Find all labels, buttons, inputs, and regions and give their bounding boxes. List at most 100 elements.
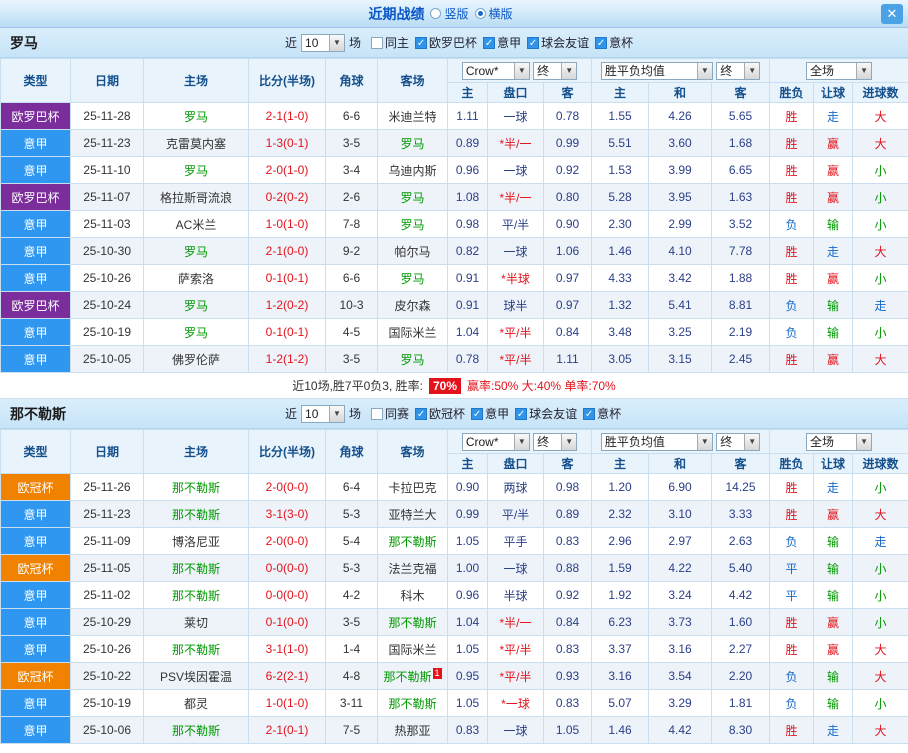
chevron-down-icon: ▼ — [856, 62, 872, 79]
europe-final-select[interactable]: 终 ▼ — [716, 61, 761, 80]
col-header-eu-home: 主 — [591, 82, 650, 103]
home-team-cell: 罗马 — [143, 156, 249, 184]
scope-select[interactable]: 全场 ▼ — [806, 432, 873, 451]
filter-checkbox-意甲[interactable]: ✓ 意甲 — [471, 405, 509, 422]
checkbox-checked-icon: ✓ — [415, 407, 428, 420]
date-cell: 25-10-26 — [70, 264, 144, 292]
away-team-cell: 那不勒斯 1 — [377, 662, 448, 690]
col-header-eu-home: 主 — [591, 453, 650, 474]
recent-results-window: 近期战绩 竖版 横版 ✕ 罗马 近 10 ▼ 场 同主 ✓ 欧罗巴杯 ✓ 意甲 … — [0, 0, 908, 744]
odds-company-select[interactable]: Crow* ▼ — [461, 432, 530, 451]
eu-draw-cell: 3.29 — [648, 689, 713, 717]
away-team-cell: 法兰克福 — [377, 554, 448, 582]
odds-home-cell: 0.90 — [447, 473, 488, 501]
league-cell: 意甲 — [0, 527, 71, 555]
eu-away-cell: 2.19 — [711, 318, 771, 346]
result-cell: 胜 — [769, 237, 815, 265]
filter-label: 球会友谊 — [541, 36, 590, 50]
odds-final-select[interactable]: 终 ▼ — [533, 432, 578, 451]
radio-vertical-layout[interactable]: 竖版 — [430, 5, 469, 22]
date-cell: 25-10-19 — [70, 318, 144, 346]
odds-away-cell: 1.11 — [542, 345, 593, 373]
eu-home-cell: 3.48 — [591, 318, 650, 346]
col-header-eu-draw: 和 — [648, 82, 713, 103]
chevron-down-icon: ▼ — [561, 62, 577, 79]
away-team-cell: 那不勒斯 — [377, 608, 448, 636]
odds-away-cell: 0.84 — [542, 318, 593, 346]
match-count-select[interactable]: 10 ▼ — [301, 33, 346, 52]
results-table: 类型 日期 主场 比分(半场) 角球 客场 Crow* ▼ 终 ▼ 胜平负均值 ▼ 终… — [0, 429, 908, 744]
col-header-date: 日期 — [70, 429, 144, 474]
score-cell: 2-1(0-1) — [248, 716, 326, 744]
result-cell: 胜 — [769, 635, 815, 663]
col-header-goals: 进球数 — [852, 82, 908, 103]
home-team-cell: 萨索洛 — [143, 264, 249, 292]
handicap-cell: *平/半 — [487, 662, 544, 690]
score-cell: 0-2(0-2) — [248, 183, 326, 211]
filter-checkbox-同主[interactable]: 同主 — [371, 34, 409, 51]
chevron-down-icon: ▼ — [744, 62, 760, 79]
odds-final-select[interactable]: 终 ▼ — [533, 61, 578, 80]
handicap-result-cell: 输 — [813, 554, 854, 582]
europe-odds-group-header: 胜平负均值 ▼ 终 ▼ — [591, 429, 771, 454]
checkbox-checked-icon: ✓ — [415, 36, 428, 49]
corner-cell: 4-5 — [325, 318, 378, 346]
date-cell: 25-10-19 — [70, 689, 144, 717]
league-cell: 意甲 — [0, 318, 71, 346]
europe-avg-select[interactable]: 胜平负均值 ▼ — [600, 432, 713, 451]
score-cell: 1-0(1-0) — [248, 689, 326, 717]
corner-cell: 5-3 — [325, 554, 378, 582]
col-header-eu-away: 客 — [711, 453, 771, 474]
score-cell: 1-0(1-0) — [248, 210, 326, 238]
handicap-result-cell: 输 — [813, 689, 854, 717]
away-team-cell: 国际米兰 — [377, 635, 448, 663]
filter-checkbox-意甲[interactable]: ✓ 意甲 — [483, 34, 521, 51]
col-header-goals: 进球数 — [852, 453, 908, 474]
eu-home-cell: 4.33 — [591, 264, 650, 292]
date-cell: 25-10-24 — [70, 291, 144, 319]
goals-result-cell: 小 — [852, 183, 908, 211]
filter-checkbox-同赛[interactable]: 同赛 — [371, 405, 409, 422]
league-cell: 意甲 — [0, 345, 71, 373]
filter-checkbox-意杯[interactable]: ✓ 意杯 — [583, 405, 621, 422]
filter-checkbox-欧罗巴杯[interactable]: ✓ 欧罗巴杯 — [415, 34, 477, 51]
filter-checkbox-意杯[interactable]: ✓ 意杯 — [595, 34, 633, 51]
corner-cell: 5-4 — [325, 527, 378, 555]
scope-select[interactable]: 全场 ▼ — [806, 61, 873, 80]
filter-checkbox-球会友谊[interactable]: ✓ 球会友谊 — [527, 34, 589, 51]
col-header-date: 日期 — [70, 58, 144, 103]
col-header-away: 客场 — [377, 58, 448, 103]
table-row: 意甲 25-10-26 萨索洛 0-1(0-1) 6-6 罗马 0.91 *半球… — [0, 264, 908, 292]
eu-away-cell: 1.81 — [711, 689, 771, 717]
europe-avg-select[interactable]: 胜平负均值 ▼ — [600, 61, 713, 80]
date-cell: 25-11-23 — [70, 129, 144, 157]
eu-draw-cell: 3.42 — [648, 264, 713, 292]
score-cell: 1-3(0-1) — [248, 129, 326, 157]
radio-horizontal-layout[interactable]: 横版 — [474, 5, 513, 22]
col-header-handicap-result: 让球 — [813, 453, 854, 474]
odds-away-cell: 1.06 — [542, 237, 593, 265]
odds-home-cell: 0.82 — [447, 237, 488, 265]
score-cell: 0-1(0-1) — [248, 264, 326, 292]
eu-home-cell: 5.28 — [591, 183, 650, 211]
odds-away-cell: 0.89 — [542, 500, 593, 528]
league-cell: 意甲 — [0, 264, 71, 292]
eu-draw-cell: 3.25 — [648, 318, 713, 346]
filter-checkbox-欧冠杯[interactable]: ✓ 欧冠杯 — [415, 405, 465, 422]
match-count-select[interactable]: 10 ▼ — [301, 404, 346, 423]
table-row: 意甲 25-10-06 那不勒斯 2-1(0-1) 7-5 热那亚 0.83 一… — [0, 716, 908, 744]
table-row: 欧冠杯 25-11-26 那不勒斯 2-0(0-0) 6-4 卡拉巴克 0.90… — [0, 473, 908, 501]
checkbox-checked-icon: ✓ — [595, 36, 608, 49]
eu-away-cell: 3.33 — [711, 500, 771, 528]
odds-company-select[interactable]: Crow* ▼ — [461, 61, 530, 80]
date-cell: 25-10-05 — [70, 345, 144, 373]
col-header-home: 主场 — [143, 58, 249, 103]
titlebar-center: 近期战绩 竖版 横版 — [0, 4, 881, 24]
away-team-cell: 卡拉巴克 — [377, 473, 448, 501]
score-cell: 0-1(0-1) — [248, 318, 326, 346]
filter-checkbox-球会友谊[interactable]: ✓ 球会友谊 — [515, 405, 577, 422]
eu-draw-cell: 3.15 — [648, 345, 713, 373]
europe-final-select[interactable]: 终 ▼ — [716, 432, 761, 451]
eu-away-cell: 2.63 — [711, 527, 771, 555]
close-button[interactable]: ✕ — [881, 3, 903, 24]
